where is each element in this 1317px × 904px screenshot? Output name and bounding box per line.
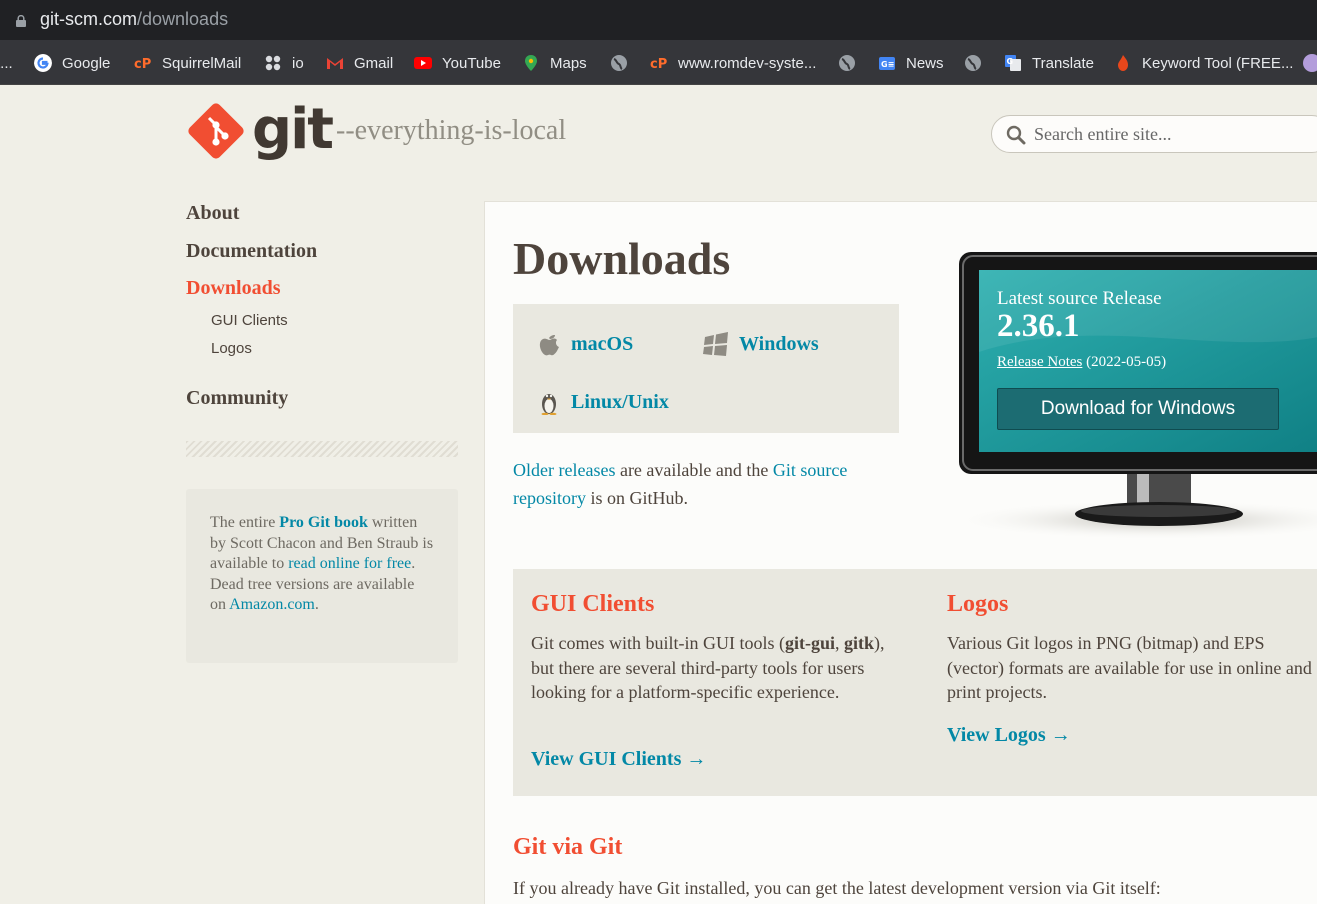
globe-icon [839,55,855,71]
bookmark-squirrelmail[interactable]: cP SquirrelMail [134,52,241,74]
amazon-link[interactable]: Amazon.com [229,596,315,613]
apps-grid-icon [265,55,281,71]
globe-icon [965,55,981,71]
bookmark-news[interactable]: G≡ News [878,52,944,74]
bookmark-google[interactable]: Google [34,52,110,74]
search-input[interactable] [1034,122,1314,146]
main-content: Downloads macOS Windows Linux/Unix Older… [484,201,1317,904]
linux-tux-icon [541,394,557,415]
lock-icon [16,15,26,27]
bookmark-maps[interactable]: Maps [522,52,587,74]
google-icon [34,54,52,72]
windows-icon [703,332,728,356]
nav-community[interactable]: Community [186,387,288,410]
pro-git-book-box: The entire Pro Git book written by Scott… [186,489,458,663]
windows-label: Windows [739,332,819,355]
maps-pin-icon [525,55,537,71]
logos-heading: Logos [947,591,1009,617]
older-releases-text: Older releases are available and the Git… [513,460,848,508]
url-text[interactable]: git-scm.com/downloads [40,9,228,30]
tagline: --everything-is-local [336,115,567,146]
svg-text:G: G [1007,57,1014,66]
bookmark-globe-3[interactable] [964,52,992,74]
git-logo-icon[interactable] [186,101,246,161]
nav-logos[interactable]: Logos [211,340,252,357]
git-wordmark[interactable]: git [252,97,334,162]
globe-icon [611,55,627,71]
windows-link[interactable]: Windows [703,331,819,357]
bookmark-truncated[interactable]: t... [0,52,13,74]
bookmark-io[interactable]: io [264,52,304,74]
url-path: /downloads [137,9,229,29]
svg-text:G≡: G≡ [881,60,894,69]
bookmark-gmail[interactable]: Gmail [326,52,393,74]
release-notes-link[interactable]: Release Notes [997,354,1082,370]
pro-git-book-link[interactable]: Pro Git book [279,514,368,531]
gmail-icon [327,58,343,69]
macos-label: macOS [571,332,634,355]
browser-address-bar: git-scm.com/downloads [0,0,1317,40]
view-gui-clients-link[interactable]: View GUI Clients → [531,748,706,771]
macos-link[interactable]: macOS [537,331,633,357]
latest-release-label: Latest source Release [997,288,1162,309]
nav-documentation[interactable]: Documentation [186,240,317,263]
platform-downloads: macOS Windows Linux/Unix [513,304,899,433]
apple-icon [539,335,559,356]
bookmark-overflow[interactable] [1303,52,1317,74]
keyword-tool-icon [1118,55,1128,71]
git-via-git-text: If you already have Git installed, you c… [513,878,1161,898]
youtube-icon [414,57,432,69]
bookmark-globe-1[interactable] [610,52,638,74]
search-icon [1006,125,1026,145]
release-notes-line: Release Notes (2022-05-05) [997,354,1166,371]
download-for-windows-button[interactable]: Download for Windows [997,388,1279,430]
google-news-icon: G≡ [879,57,895,70]
gui-clients-heading: GUI Clients [531,591,655,617]
page: git --everything-is-local About Document… [0,85,1317,904]
callouts-section: GUI Clients Git comes with built-in GUI … [513,569,1317,796]
url-host: git-scm.com [40,9,138,29]
bookmark-translate[interactable]: G Translate [1004,52,1094,74]
nav-gui-clients[interactable]: GUI Clients [211,312,288,329]
git-via-git-heading: Git via Git [513,834,623,860]
cpanel-icon: cP [650,57,667,72]
linux-link[interactable]: Linux/Unix [537,389,669,415]
cpanel-icon: cP [134,57,151,72]
sidebar-divider [186,441,458,457]
gui-clients-text: Git comes with built-in GUI tools (git-g… [531,633,885,702]
bookmark-keyword-tool[interactable]: Keyword Tool (FREE... [1114,52,1293,74]
bookmarks-bar: t... Google cP SquirrelMail io Gmail You… [0,40,1317,85]
release-version: 2.36.1 [997,308,1080,344]
svg-text:cP: cP [650,57,667,72]
older-releases-link[interactable]: Older releases [513,460,615,480]
google-translate-icon: G [1005,55,1021,71]
linux-label: Linux/Unix [571,390,669,413]
page-title: Downloads [513,233,731,284]
extension-icon [1303,54,1317,72]
logos-text: Various Git logos in PNG (bitmap) and EP… [947,633,1312,702]
svg-text:cP: cP [134,57,151,72]
release-date: (2022-05-05) [1082,354,1167,370]
bookmark-romdev[interactable]: cP www.romdev-syste... [650,52,816,74]
read-online-link[interactable]: read online for free [288,555,411,572]
bookmark-youtube[interactable]: YouTube [414,52,501,74]
search-box[interactable] [991,115,1317,153]
nav-downloads[interactable]: Downloads [186,277,280,300]
nav-about[interactable]: About [186,202,239,225]
view-logos-link[interactable]: View Logos → [947,724,1071,747]
bookmark-globe-2[interactable] [838,52,866,74]
